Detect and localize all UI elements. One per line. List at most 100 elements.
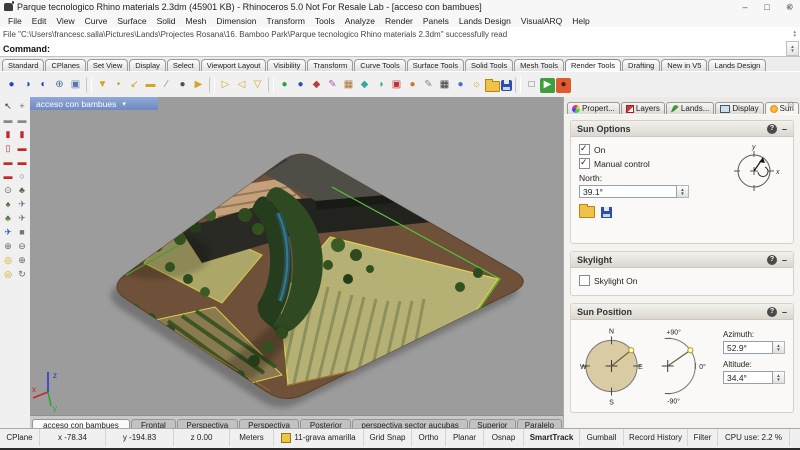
altitude-spinner[interactable]: ▲▼: [773, 371, 785, 384]
zoom-in-icon[interactable]: ⊕: [1, 239, 15, 253]
open-sun-settings-icon[interactable]: [579, 206, 595, 218]
render-preview-icon[interactable]: ◑: [20, 78, 35, 93]
menu-item[interactable]: Mesh: [181, 16, 212, 26]
toolbar-gear-icon[interactable]: ⚙: [786, 2, 794, 13]
zoom-out-icon[interactable]: ⊖: [15, 239, 29, 253]
car-side4-icon[interactable]: ▬: [1, 169, 15, 183]
toolbar-tab[interactable]: Surface Tools: [407, 59, 464, 71]
viewport-acceso-con-bambues[interactable]: z x y acceso con bambues ▾: [30, 97, 563, 415]
light-select-icon[interactable]: ▶: [191, 78, 206, 93]
minimize-button[interactable]: –: [734, 0, 756, 14]
material-sphere-icon[interactable]: ●: [277, 78, 292, 93]
units-pane[interactable]: Meters: [230, 429, 274, 446]
vehicle-pair-icon[interactable]: ▬: [15, 113, 29, 127]
toolbar-tab[interactable]: Select: [167, 59, 200, 71]
viewport-title[interactable]: acceso con bambues ▾: [30, 97, 158, 110]
car-front-icon[interactable]: ▮: [1, 127, 15, 141]
menu-item[interactable]: Transform: [261, 16, 309, 26]
target-light-icon[interactable]: ◎: [1, 253, 15, 267]
model-render[interactable]: z x y: [30, 97, 563, 415]
separator[interactable]: [209, 77, 215, 93]
north-input[interactable]: 39.1°: [579, 185, 677, 198]
bulb-icon[interactable]: ☼: [469, 78, 484, 93]
menu-item[interactable]: Lands Design: [454, 16, 516, 26]
menu-item[interactable]: Tools: [310, 16, 340, 26]
plane-side-icon[interactable]: ✈: [15, 211, 29, 225]
viewport-title-dropdown-icon[interactable]: ▾: [122, 100, 126, 108]
car-side3-icon[interactable]: ▬: [15, 155, 29, 169]
circle-tool-icon[interactable]: ○: [15, 169, 29, 183]
menu-item[interactable]: Help: [567, 16, 594, 26]
sun-toggle-icon[interactable]: ●: [175, 78, 190, 93]
help-icon[interactable]: ?: [767, 255, 777, 265]
filter-pane[interactable]: Filter: [688, 429, 718, 446]
toolbar-tab[interactable]: Render Tools: [565, 59, 621, 71]
point-light-icon[interactable]: •: [111, 78, 126, 93]
toolbar-tab[interactable]: Standard: [2, 59, 44, 71]
layer-pane[interactable]: 11-grava amarilla: [274, 429, 364, 446]
planar-toggle[interactable]: Planar: [446, 429, 484, 446]
ortho-toggle[interactable]: Ortho: [412, 429, 446, 446]
save-render-file-icon[interactable]: [501, 80, 512, 91]
toolbar-tab[interactable]: Viewport Layout: [201, 59, 267, 71]
menu-item[interactable]: VisualARQ: [516, 16, 567, 26]
material-editor-icon[interactable]: ✎: [325, 78, 340, 93]
separator[interactable]: [86, 77, 92, 93]
altitude-input[interactable]: 34.4°: [723, 371, 773, 384]
tree-symbol-icon[interactable]: ♠: [1, 197, 15, 211]
menu-item[interactable]: Analyze: [340, 16, 380, 26]
collapse-icon[interactable]: –: [782, 309, 787, 315]
azimuth-compass-widget[interactable]: N S W E: [579, 324, 644, 406]
collapse-icon[interactable]: –: [782, 126, 787, 132]
spotlight-icon[interactable]: ▼: [95, 78, 110, 93]
tab-display[interactable]: Display: [715, 102, 763, 114]
cplane-pane[interactable]: CPlane: [0, 429, 40, 446]
linear-light-icon[interactable]: ∕: [159, 78, 174, 93]
osnap-toggle[interactable]: Osnap: [484, 429, 524, 446]
tree-plan-icon[interactable]: ♣: [15, 183, 29, 197]
history-scroll[interactable]: ▲ ▼: [793, 30, 800, 38]
grid-snap-toggle[interactable]: Grid Snap: [364, 429, 412, 446]
lights-panel-icon[interactable]: ▽: [250, 78, 265, 93]
help-icon[interactable]: ?: [767, 124, 777, 134]
north-spinner[interactable]: ▲▼: [677, 185, 689, 198]
plane-blue-icon[interactable]: ✈: [1, 225, 15, 239]
tab-layers[interactable]: Layers: [621, 102, 665, 114]
azimuth-input[interactable]: 52.9°: [723, 341, 773, 354]
gumball-toggle[interactable]: Gumball: [580, 429, 624, 446]
maximize-button[interactable]: □: [756, 0, 778, 14]
select-materials-icon[interactable]: ◆: [309, 78, 324, 93]
sun-on-checkbox[interactable]: [579, 144, 590, 155]
command-input[interactable]: [50, 42, 786, 56]
command-spinner[interactable]: ▲ ▼: [786, 41, 799, 56]
altitude-arc-widget[interactable]: +90° 0° -90°: [648, 324, 719, 406]
toolbar-tab[interactable]: Transform: [307, 59, 353, 71]
palm-icon[interactable]: ♣: [1, 211, 15, 225]
toolbar-tab[interactable]: Solid Tools: [465, 59, 513, 71]
separator[interactable]: [268, 77, 274, 93]
lamp-target-icon[interactable]: ◎: [1, 267, 15, 281]
toolbar-tab[interactable]: Mesh Tools: [514, 59, 564, 71]
render-window-icon[interactable]: ◐: [36, 78, 51, 93]
menu-item[interactable]: Dimension: [211, 16, 261, 26]
render-icon[interactable]: ●: [4, 78, 19, 93]
eraser-icon[interactable]: ✎: [421, 78, 436, 93]
crosshair-icon[interactable]: ⊕: [15, 253, 29, 267]
north-compass-widget[interactable]: y x: [727, 141, 783, 197]
smarttrack-toggle[interactable]: SmartTrack: [524, 429, 580, 446]
toolbar-tab[interactable]: New in V5: [661, 59, 707, 71]
collapse-icon[interactable]: –: [782, 257, 787, 263]
lights-on-layer-icon[interactable]: ▷: [218, 78, 233, 93]
rotate-view-icon[interactable]: ↻: [15, 267, 29, 281]
toolbar-tab[interactable]: Lands Design: [708, 59, 766, 71]
tab-lands[interactable]: Lands...: [666, 102, 714, 114]
skylight-on-checkbox[interactable]: [579, 275, 590, 286]
skylight-ellipse-icon[interactable]: ●: [453, 78, 468, 93]
toolbar-tab[interactable]: Drafting: [622, 59, 660, 71]
ground-plane-icon[interactable]: ◑: [373, 78, 388, 93]
environment-globe-icon[interactable]: ⊕: [52, 78, 67, 93]
tab-properties[interactable]: Propert...: [567, 102, 620, 114]
menu-item[interactable]: Surface: [112, 16, 151, 26]
save-sun-settings-icon[interactable]: [601, 207, 612, 218]
play-animation-icon[interactable]: ▶: [540, 78, 555, 93]
